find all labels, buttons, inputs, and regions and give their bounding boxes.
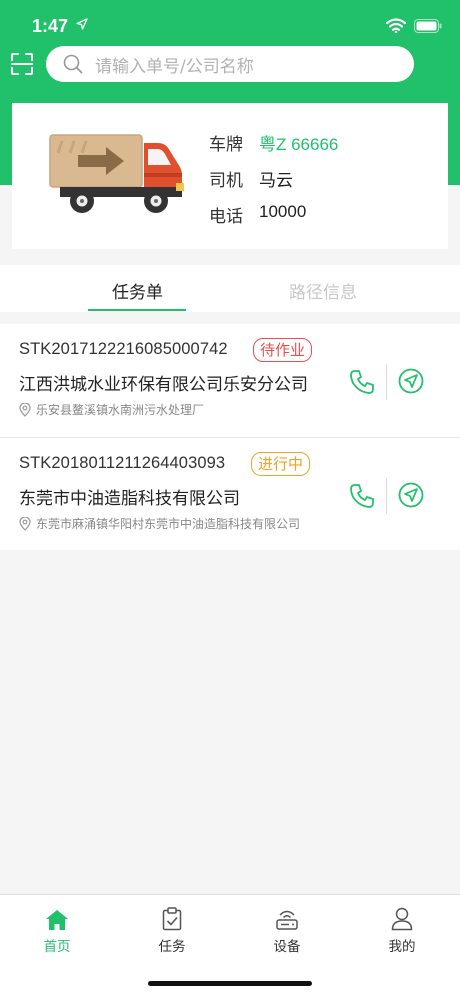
active-tab-indicator [88, 309, 186, 311]
vehicle-card: 车牌 粤Z 66666 司机 马云 电话 10000 [12, 103, 448, 249]
clipboard-check-icon [162, 907, 182, 931]
tab-task-list[interactable]: 任务单 [112, 278, 163, 303]
task-address: 东莞市麻涌镇华阳村东莞市中油造脂科技有限公司 [19, 515, 300, 532]
tabbar-devices[interactable]: 设备 [257, 905, 317, 955]
home-indicator [148, 981, 312, 986]
task-row[interactable]: STK2018011211264403093 进行中 东莞市中油造脂科技有限公司… [0, 437, 460, 550]
tab-bar-top: 任务单 路径信息 [0, 265, 460, 312]
divider [386, 478, 387, 514]
location-pin-icon [19, 402, 31, 417]
search-icon [63, 54, 83, 74]
battery-icon [414, 18, 442, 33]
tab-route-info[interactable]: 路径信息 [289, 278, 357, 303]
task-row[interactable]: STK2017122216085000742 待作业 江西洪城水业环保有限公司乐… [0, 324, 460, 437]
tabbar-tasks[interactable]: 任务 [142, 905, 202, 955]
status-badge: 进行中 [251, 452, 311, 476]
driver-row: 司机 马云 [209, 166, 293, 191]
plate-label: 车牌 [209, 135, 243, 155]
tabbar-home[interactable]: 首页 [27, 905, 87, 955]
status-time: 1:47 [32, 16, 69, 36]
phone-row: 电话 10000 [209, 202, 306, 227]
scan-icon[interactable] [10, 52, 34, 76]
plate-row: 车牌 粤Z 66666 [209, 130, 338, 155]
tabbar-devices-label: 设备 [273, 939, 301, 955]
task-company: 江西洪城水业环保有限公司乐安分公司 [19, 375, 308, 395]
status-badge: 待作业 [253, 338, 313, 362]
task-address-text: 乐安县鳌溪镇水南洲污水处理厂 [36, 403, 205, 417]
search-placeholder: 请输入单号/公司名称 [95, 56, 254, 77]
wifi-icon [386, 18, 406, 33]
tabbar-mine-label: 我的 [388, 939, 416, 955]
plate-value: 粤Z 66666 [259, 135, 339, 154]
divider [386, 364, 387, 400]
phone-label: 电话 [209, 207, 243, 227]
driver-label: 司机 [209, 171, 243, 191]
search-input[interactable]: 请输入单号/公司名称 [46, 46, 414, 82]
task-company: 东莞市中油造脂科技有限公司 [19, 489, 240, 509]
user-icon [391, 907, 413, 931]
phone-value: 10000 [259, 202, 307, 221]
tabbar-mine[interactable]: 我的 [372, 905, 432, 955]
task-list: STK2017122216085000742 待作业 江西洪城水业环保有限公司乐… [0, 324, 460, 550]
navigate-icon[interactable] [398, 368, 424, 394]
phone-icon[interactable] [348, 368, 376, 396]
task-code: STK2017122216085000742 [19, 340, 228, 358]
truck-icon [49, 134, 184, 213]
location-pin-icon [19, 516, 31, 531]
tabbar-tasks-label: 任务 [158, 939, 186, 955]
device-icon [276, 910, 298, 930]
home-icon [46, 910, 68, 930]
task-address-text: 东莞市麻涌镇华阳村东莞市中油造脂科技有限公司 [36, 517, 301, 531]
driver-value: 马云 [259, 171, 293, 190]
status-bar: 1:47 [0, 0, 460, 44]
task-code: STK2018011211264403093 [19, 454, 226, 472]
location-arrow-icon [76, 18, 88, 30]
task-address: 乐安县鳌溪镇水南洲污水处理厂 [19, 401, 204, 418]
tabbar-home-label: 首页 [43, 939, 71, 955]
navigate-icon[interactable] [398, 482, 424, 508]
phone-icon[interactable] [348, 482, 376, 510]
